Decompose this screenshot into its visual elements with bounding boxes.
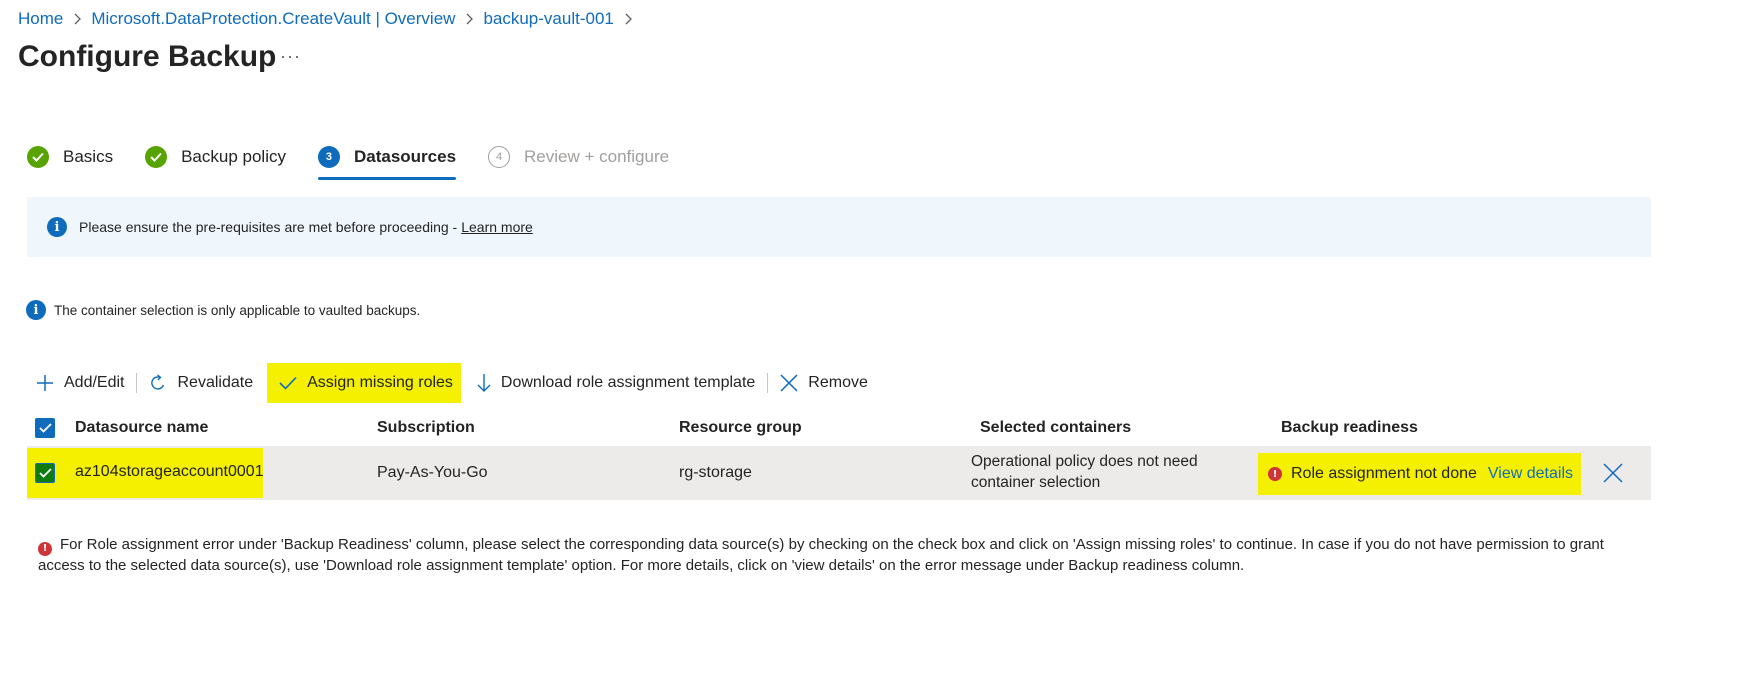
chevron-right-icon [465, 13, 474, 25]
check-circle-icon [145, 146, 168, 168]
toolbar: Add/Edit Revalidate Assign missing roles… [26, 363, 878, 403]
table-header: Datasource name Subscription Resource gr… [27, 410, 1651, 446]
row-checkbox[interactable] [35, 463, 55, 483]
download-template-button[interactable]: Download role assignment template [461, 365, 765, 401]
column-header-containers[interactable]: Selected containers [980, 419, 1131, 437]
banner-text: Please ensure the pre-requisites are met… [79, 219, 458, 235]
view-details-link[interactable]: View details [1488, 465, 1573, 483]
remove-button[interactable]: Remove [770, 365, 878, 401]
column-header-datasource[interactable]: Datasource name [75, 419, 208, 437]
add-edit-button[interactable]: Add/Edit [26, 365, 134, 401]
chevron-right-icon [624, 13, 632, 25]
note-text: The container selection is only applicab… [54, 302, 421, 318]
containers-line2: container selection [971, 474, 1101, 491]
assign-missing-roles-label: Assign missing roles [307, 374, 453, 391]
datasource-name: az104storageaccount0001 [75, 463, 264, 480]
tab-label: Datasources [353, 147, 457, 166]
table-row[interactable]: az104storageaccount0001 Pay-As-You-Go rg… [27, 446, 1651, 500]
role-assignment-note-text: For Role assignment error under 'Backup … [38, 536, 1604, 574]
tab-basics[interactable]: Basics [27, 142, 113, 172]
column-header-readiness[interactable]: Backup readiness [1281, 419, 1418, 437]
breadcrumb-home[interactable]: Home [18, 9, 63, 29]
page-title: Configure Backup [18, 40, 277, 73]
step-number: 4 [488, 146, 511, 168]
tab-label: Backup policy [181, 147, 286, 166]
checkbox-icon [38, 423, 52, 433]
download-template-label: Download role assignment template [500, 374, 756, 391]
subscription-value: Pay-As-You-Go [377, 464, 488, 481]
add-icon [37, 375, 53, 391]
role-assignment-note: ! For Role assignment error under 'Backup… [38, 535, 1638, 576]
resource-group-value: rg-storage [679, 464, 752, 481]
select-all-checkbox[interactable] [35, 418, 55, 438]
chevron-right-icon [73, 13, 82, 25]
info-icon: i [26, 300, 46, 320]
tab-datasources[interactable]: 3 Datasources [317, 142, 457, 180]
close-icon[interactable] [1603, 463, 1623, 483]
download-icon [477, 374, 491, 392]
check-circle-icon [27, 146, 49, 168]
tab-label: Basics [63, 147, 114, 166]
tab-backup-policy[interactable]: Backup policy [145, 142, 286, 172]
readiness-text: Role assignment not done [1291, 465, 1477, 482]
more-options-button[interactable]: ··· [280, 46, 301, 67]
breadcrumb: Home Microsoft.DataProtection.CreateVaul… [18, 9, 642, 29]
readiness-status: ! Role assignment not done View details [1258, 453, 1581, 495]
add-edit-label: Add/Edit [64, 374, 125, 391]
info-banner: i Please ensure the pre-requisites are m… [27, 197, 1651, 257]
revalidate-button[interactable]: Revalidate [139, 365, 263, 401]
remove-label: Remove [808, 374, 868, 391]
checkbox-icon [38, 468, 52, 478]
column-header-subscription[interactable]: Subscription [377, 419, 475, 437]
error-icon: ! [1268, 467, 1282, 481]
toolbar-divider [136, 373, 138, 393]
toolbar-divider [767, 373, 769, 393]
checkmark-icon [279, 376, 297, 390]
info-icon: i [47, 217, 67, 237]
containers-line1: Operational policy does not need [971, 453, 1198, 470]
revalidate-label: Revalidate [177, 374, 254, 391]
container-note: i The container selection is only applic… [26, 300, 420, 320]
tab-review-configure[interactable]: 4 Review + configure [488, 142, 669, 172]
assign-missing-roles-button[interactable]: Assign missing roles [267, 363, 461, 403]
wizard-tabs: Basics Backup policy 3 Datasources 4 Rev… [27, 142, 701, 180]
learn-more-link[interactable]: Learn more [461, 219, 533, 235]
breadcrumb-vault-overview[interactable]: Microsoft.DataProtection.CreateVault | O… [91, 9, 455, 29]
refresh-icon [151, 374, 165, 390]
tab-label: Review + configure [524, 147, 670, 166]
step-number: 3 [317, 146, 340, 168]
close-icon [780, 374, 798, 392]
error-icon: ! [38, 542, 52, 556]
column-header-resource-group[interactable]: Resource group [679, 419, 802, 437]
breadcrumb-backup-vault[interactable]: backup-vault-001 [483, 9, 613, 29]
